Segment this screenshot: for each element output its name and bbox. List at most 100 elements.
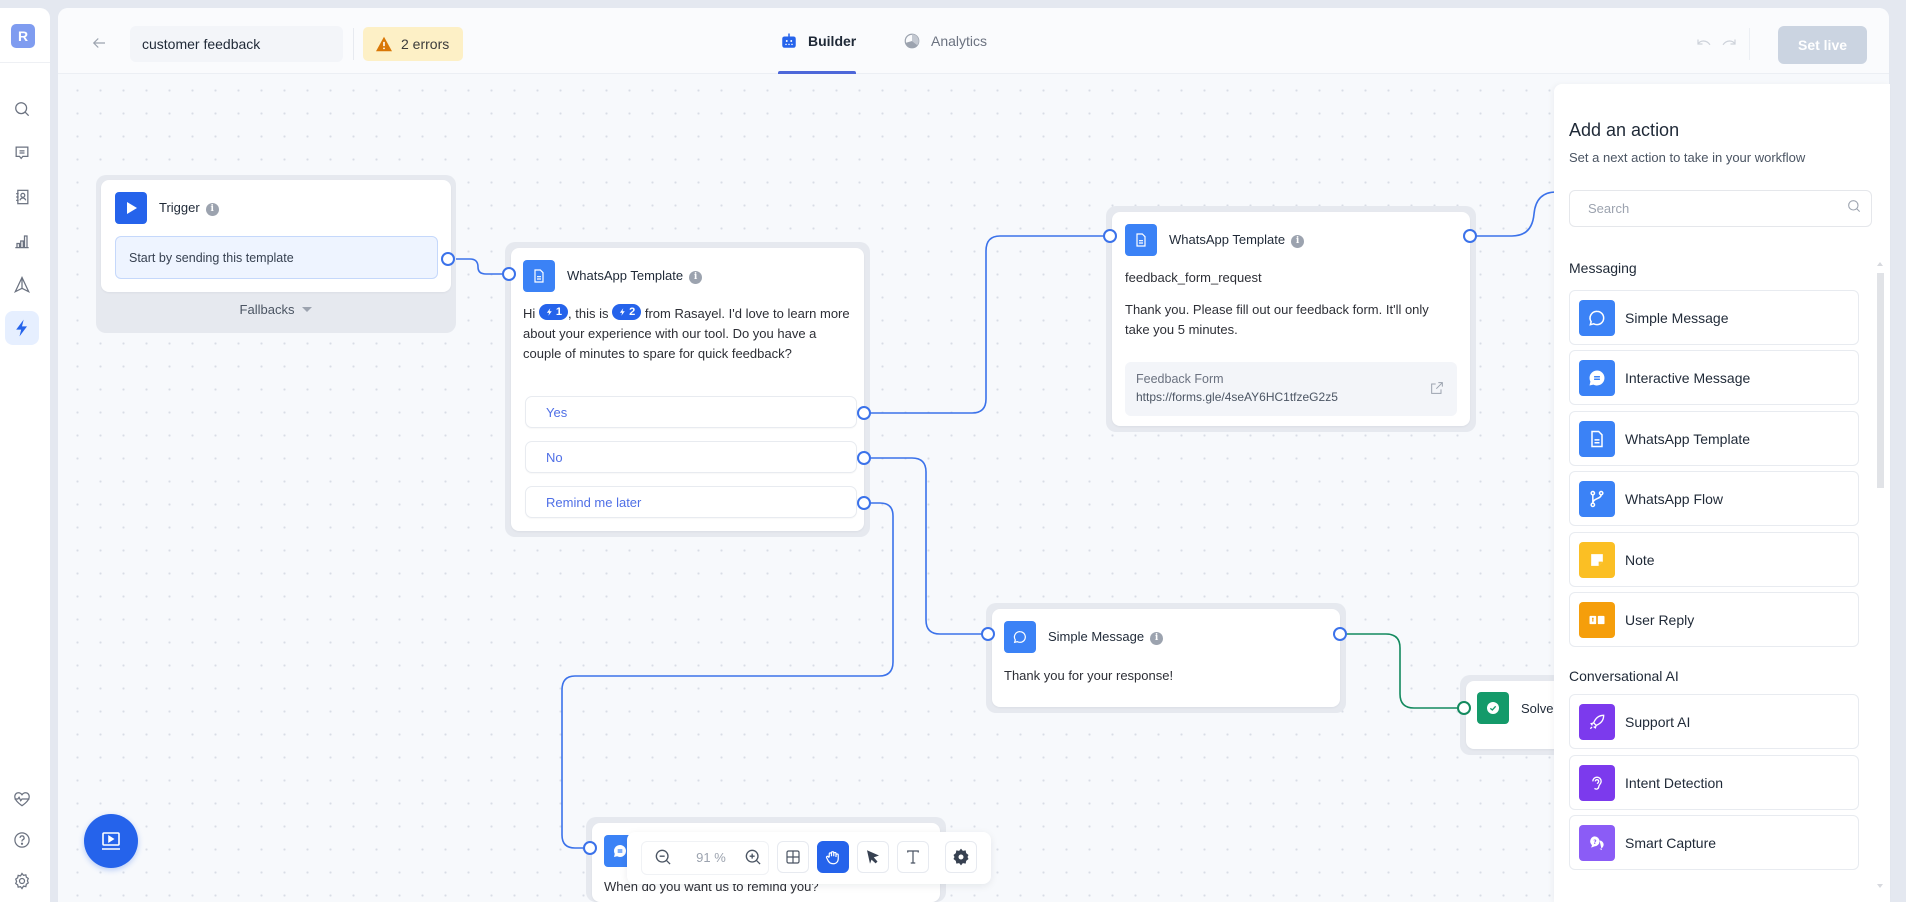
- nav-help[interactable]: [5, 823, 39, 857]
- nav-health[interactable]: [5, 782, 39, 816]
- redo-button[interactable]: [1718, 34, 1740, 54]
- template-form-input-port[interactable]: [1103, 229, 1117, 243]
- action-label: Support AI: [1625, 713, 1691, 730]
- action-simple-message[interactable]: Simple Message: [1569, 290, 1859, 345]
- lightning-icon: [546, 308, 552, 316]
- template-form-output-port[interactable]: [1463, 229, 1477, 243]
- template-form-title: WhatsApp Template: [1169, 232, 1286, 248]
- action-note[interactable]: Note: [1569, 532, 1859, 587]
- simple-message-node-icon: [1004, 621, 1036, 653]
- tab-builder[interactable]: Builder: [778, 8, 857, 74]
- set-live-button[interactable]: Set live: [1778, 26, 1867, 64]
- section-conversational-ai: Conversational AI: [1569, 668, 1679, 684]
- send-icon: [14, 276, 30, 294]
- nav-search[interactable]: [5, 92, 39, 126]
- check-circle-icon: [1487, 702, 1499, 714]
- panel-scrollbar-thumb[interactable]: [1877, 273, 1884, 488]
- reply-remind-port[interactable]: [857, 496, 871, 510]
- chat-bubble-icon: [1579, 299, 1615, 336]
- variable-chip[interactable]: 2: [612, 304, 642, 320]
- nav-settings[interactable]: [5, 864, 39, 898]
- reply-option-no[interactable]: No: [525, 441, 857, 473]
- gear-icon: [953, 848, 969, 866]
- panel-subtitle: Set a next action to take in your workfl…: [1569, 150, 1806, 165]
- template-intro-input-port[interactable]: [502, 267, 516, 281]
- scroll-up-arrow[interactable]: [1877, 262, 1883, 266]
- nav-automations[interactable]: [5, 311, 39, 345]
- text-tool-button[interactable]: [897, 841, 929, 873]
- info-icon[interactable]: i: [689, 270, 703, 284]
- nav-reports[interactable]: [5, 224, 39, 258]
- solve-input-port[interactable]: [1457, 701, 1471, 715]
- zoom-out-button[interactable]: [647, 841, 679, 873]
- zoom-level[interactable]: 91 %: [685, 843, 737, 871]
- workspace-logo[interactable]: R: [11, 24, 35, 48]
- simple-message-input-port[interactable]: [981, 627, 995, 641]
- action-interactive-message[interactable]: Interactive Message: [1569, 350, 1859, 405]
- variable-chip[interactable]: 1: [538, 304, 569, 320]
- nav-contacts[interactable]: [5, 180, 39, 214]
- action-whatsapp-template[interactable]: WhatsApp Template: [1569, 411, 1859, 466]
- trigger-output-port[interactable]: [441, 252, 455, 266]
- zoom-in-icon: [745, 849, 761, 865]
- robot-icon: [782, 33, 796, 48]
- scroll-down-arrow[interactable]: [1877, 884, 1883, 888]
- caret-down-icon: [302, 307, 313, 312]
- canvas-settings-button[interactable]: [945, 841, 977, 873]
- trigger-node-title: Trigger: [159, 200, 200, 216]
- nav-conversations[interactable]: [5, 136, 39, 170]
- errors-badge[interactable]: 2 errors: [363, 27, 464, 61]
- pan-tool-button[interactable]: [817, 841, 849, 873]
- undo-button[interactable]: [1693, 34, 1715, 54]
- simple-message-output-port[interactable]: [1333, 627, 1347, 641]
- info-icon[interactable]: i: [1291, 234, 1305, 248]
- action-label: WhatsApp Flow: [1625, 490, 1724, 507]
- template-intro-body: Hi 1, this is 2 from Rasayel. I'd love t…: [523, 304, 858, 364]
- action-intent-detection[interactable]: Intent Detection: [1569, 755, 1859, 810]
- play-icon: [127, 202, 137, 214]
- chat-interactive-icon: [1579, 359, 1615, 396]
- editor-topbar: 2 errors Builder Analytics Set live: [58, 8, 1889, 74]
- feedback-form-button[interactable]: Feedback Form https://forms.gle/4seAY6HC…: [1125, 362, 1457, 416]
- trigger-node[interactable]: Trigger i Start by sending this template: [101, 180, 451, 292]
- remind-input-port[interactable]: [583, 841, 597, 855]
- template-intro-node[interactable]: WhatsApp Template i Hi 1, this is 2 from …: [511, 248, 864, 531]
- info-icon[interactable]: i: [205, 202, 219, 216]
- search-icon[interactable]: [1846, 198, 1862, 214]
- reply-no-port[interactable]: [857, 451, 871, 465]
- action-whatsapp-flow[interactable]: WhatsApp Flow: [1569, 471, 1859, 526]
- action-smart-capture[interactable]: ? Smart Capture: [1569, 815, 1859, 870]
- reply-yes-port[interactable]: [857, 406, 871, 420]
- reply-option-remind[interactable]: Remind me later: [525, 486, 857, 518]
- fit-view-button[interactable]: [777, 841, 809, 873]
- git-branch-icon: [1579, 480, 1615, 517]
- action-label: User Reply: [1625, 611, 1695, 628]
- action-support-ai[interactable]: Support AI: [1569, 694, 1859, 749]
- simple-message-title: Simple Message: [1048, 629, 1145, 645]
- simple-message-node[interactable]: Simple Message i Thank you for your respo…: [992, 609, 1340, 707]
- action-search-input[interactable]: [1569, 190, 1872, 227]
- nav-campaigns[interactable]: [5, 268, 39, 302]
- warning-icon: [376, 36, 392, 52]
- fallbacks-toggle[interactable]: Fallbacks: [96, 302, 456, 892]
- action-user-reply[interactable]: User Reply: [1569, 592, 1859, 647]
- template-form-node[interactable]: WhatsApp Template i feedback_form_request…: [1112, 212, 1470, 426]
- tab-analytics[interactable]: Analytics: [903, 8, 987, 74]
- reply-option-yes[interactable]: Yes: [525, 396, 857, 428]
- external-link-icon[interactable]: [1429, 380, 1445, 396]
- workflow-name-input[interactable]: [130, 26, 343, 62]
- action-label: Smart Capture: [1625, 834, 1717, 851]
- info-icon[interactable]: i: [1150, 631, 1164, 645]
- trigger-start-condition[interactable]: Start by sending this template: [115, 236, 438, 279]
- zoom-in-button[interactable]: [737, 841, 769, 873]
- zoom-out-icon: [655, 849, 671, 865]
- document-icon: [1136, 233, 1146, 247]
- redo-icon: [1722, 39, 1736, 46]
- heart-pulse-icon: [14, 792, 30, 807]
- message-square-icon: [15, 146, 29, 160]
- document-icon: [1579, 420, 1615, 457]
- back-button[interactable]: [88, 32, 110, 54]
- tutorial-video-button[interactable]: [84, 814, 138, 868]
- select-tool-button[interactable]: [857, 841, 889, 873]
- divider: [353, 28, 354, 60]
